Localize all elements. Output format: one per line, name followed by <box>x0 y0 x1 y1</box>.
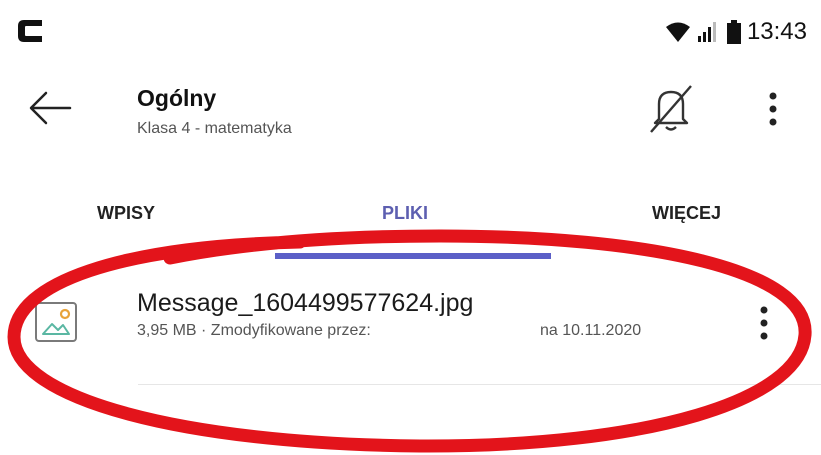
bell-off-icon <box>650 85 692 133</box>
file-modified-date: na 10.11.2020 <box>540 322 642 339</box>
channel-more-button[interactable] <box>760 90 786 130</box>
active-tab-indicator <box>275 253 551 259</box>
file-name: Message_1604499577624.jpg <box>137 289 474 317</box>
tab-posts[interactable]: WPISY <box>97 200 155 226</box>
annotation-circle <box>7 229 812 453</box>
battery-icon <box>726 20 741 44</box>
team-name: Klasa 4 - matematyka <box>137 120 292 137</box>
tab-more[interactable]: WIĘCEJ <box>652 200 721 226</box>
image-file-icon <box>35 302 77 342</box>
more-vertical-icon <box>760 306 768 340</box>
file-more-button[interactable] <box>753 304 775 344</box>
notifications-button[interactable] <box>645 82 697 134</box>
status-indicators: 13:43 <box>665 18 807 46</box>
file-meta: 3,95 MB · Zmodyfikowane przez: <box>137 322 371 339</box>
c-logo-icon <box>18 20 42 42</box>
tab-files[interactable]: PLIKI <box>382 200 428 226</box>
wifi-icon <box>665 22 690 42</box>
more-vertical-icon <box>769 92 777 126</box>
arrow-left-icon <box>29 91 72 125</box>
teams-channel-screen: 13:43 Ogólny Klasa 4 - matematyka WPISY … <box>0 0 821 455</box>
status-time: 13:43 <box>746 18 807 45</box>
signal-icon <box>697 22 716 42</box>
list-item[interactable]: Message_1604499577624.jpg 3,95 MB · Zmod… <box>20 286 810 376</box>
list-divider <box>138 384 821 385</box>
back-button[interactable] <box>24 86 76 130</box>
channel-title: Ogólny <box>137 85 217 111</box>
